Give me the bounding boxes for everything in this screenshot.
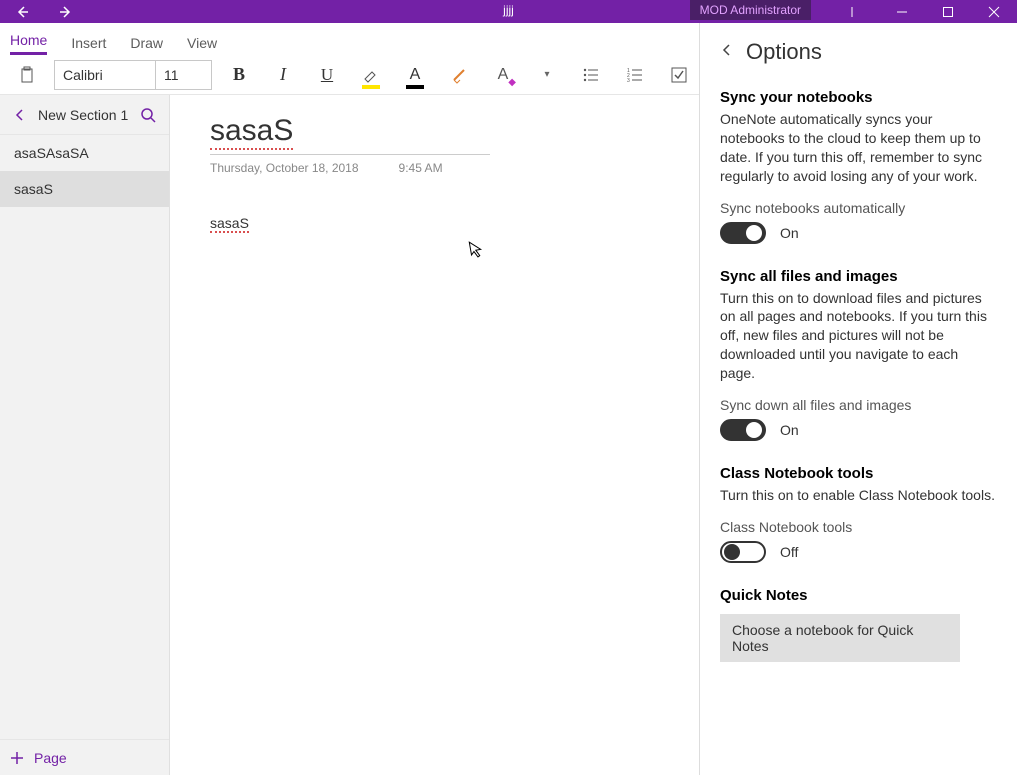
quick-notes-heading: Quick Notes (720, 587, 997, 604)
cursor-icon (468, 239, 486, 264)
font-color-button[interactable]: A (398, 58, 432, 92)
page-item[interactable]: asaSAsaSA (0, 135, 169, 171)
note-container: sasaS Thursday, October 18, 2018 9:45 AM… (210, 110, 650, 233)
note-title-row: sasaS (210, 110, 650, 150)
window-controls (829, 0, 1017, 23)
italic-button[interactable]: I (266, 58, 300, 92)
sync-files-toggle-row: On (720, 419, 997, 441)
sync-indicator-icon[interactable] (829, 0, 875, 23)
search-icon[interactable] (135, 107, 161, 123)
sync-notebooks-toggle[interactable] (720, 222, 766, 244)
underline-button[interactable]: U (310, 58, 344, 92)
sync-files-toggle-state: On (780, 422, 799, 438)
note-body[interactable]: sasaS (210, 215, 650, 233)
sync-files-toggle-label: Sync down all files and images (720, 397, 997, 413)
add-page-label: Page (34, 750, 67, 766)
tab-view[interactable]: View (187, 31, 217, 55)
options-title: Options (746, 39, 822, 65)
user-badge[interactable]: MOD Administrator (690, 0, 811, 20)
svg-text:3: 3 (627, 78, 630, 84)
class-notebook-heading: Class Notebook tools (720, 465, 997, 482)
tab-insert[interactable]: Insert (71, 31, 106, 55)
sync-notebooks-toggle-state: On (780, 225, 799, 241)
note-time: 9:45 AM (399, 161, 443, 175)
font-name-input[interactable] (54, 60, 156, 90)
sync-notebooks-toggle-label: Sync notebooks automatically (720, 200, 997, 216)
back-button[interactable] (0, 0, 44, 23)
options-back-button[interactable] (720, 43, 734, 62)
clear-formatting-button[interactable] (442, 58, 476, 92)
add-page-button[interactable]: Page (0, 739, 169, 775)
titlebar: jjjj MOD Administrator (0, 0, 1017, 23)
plus-icon (10, 751, 24, 765)
app-title: jjjj (503, 3, 514, 17)
quick-notes-choose-button[interactable]: Choose a notebook for Quick Notes (720, 614, 960, 662)
numbered-list-button[interactable]: 123 (618, 58, 652, 92)
class-notebook-toggle-label: Class Notebook tools (720, 519, 997, 535)
options-header: Options (720, 39, 997, 65)
section-back-button[interactable] (8, 108, 32, 122)
forward-button[interactable] (44, 0, 88, 23)
note-date: Thursday, October 18, 2018 (210, 161, 359, 175)
styles-dropdown-button[interactable]: ▾ (530, 58, 564, 92)
bullet-list-button[interactable] (574, 58, 608, 92)
sync-notebooks-heading: Sync your notebooks (720, 89, 997, 106)
highlight-button[interactable] (354, 58, 388, 92)
note-title[interactable]: sasaS (210, 110, 293, 150)
class-notebook-toggle[interactable] (720, 541, 766, 563)
page-list-panel: New Section 1 asaSAsaSA sasaS Page (0, 95, 170, 775)
bold-button[interactable]: B (222, 58, 256, 92)
todo-checkbox-button[interactable] (662, 58, 696, 92)
minimize-button[interactable] (879, 0, 925, 23)
tab-draw[interactable]: Draw (130, 31, 163, 55)
clipboard-icon[interactable] (10, 58, 44, 92)
sync-files-heading: Sync all files and images (720, 268, 997, 285)
note-body-text: sasaS (210, 215, 249, 233)
font-size-input[interactable] (156, 60, 212, 90)
page-item[interactable]: sasaS (0, 171, 169, 207)
styles-button[interactable]: A◆ (486, 58, 520, 92)
close-button[interactable] (971, 0, 1017, 23)
section-name[interactable]: New Section 1 (32, 107, 135, 123)
tab-home[interactable]: Home (10, 28, 47, 55)
sync-files-text: Turn this on to download files and pictu… (720, 289, 997, 383)
sync-notebooks-toggle-row: On (720, 222, 997, 244)
class-notebook-toggle-row: Off (720, 541, 997, 563)
options-panel: Options Sync your notebooks OneNote auto… (699, 23, 1017, 775)
titlebar-nav (0, 0, 88, 23)
page-list-header: New Section 1 (0, 95, 169, 135)
title-divider (210, 154, 490, 155)
sync-notebooks-text: OneNote automatically syncs your noteboo… (720, 110, 997, 186)
class-notebook-toggle-state: Off (780, 544, 798, 560)
note-meta: Thursday, October 18, 2018 9:45 AM (210, 161, 650, 175)
font-group (54, 60, 212, 90)
sync-files-toggle[interactable] (720, 419, 766, 441)
maximize-button[interactable] (925, 0, 971, 23)
class-notebook-text: Turn this on to enable Class Notebook to… (720, 486, 997, 505)
